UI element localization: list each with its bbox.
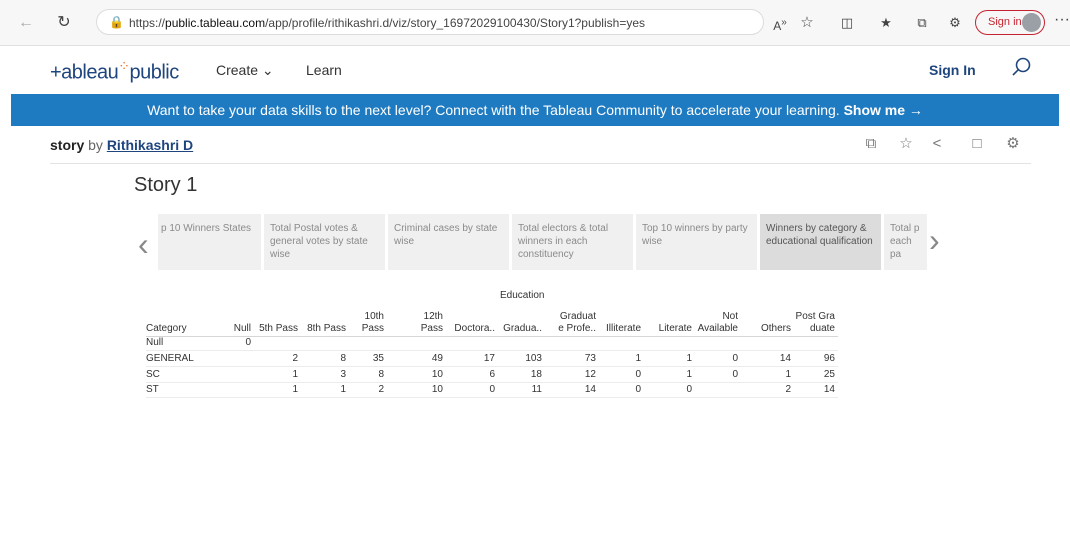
table-cell: 1 xyxy=(292,369,298,380)
table-cell: 1 xyxy=(635,353,641,364)
comment-icon[interactable]: □ xyxy=(967,134,987,154)
story-point[interactable]: Top 10 winners by party wise xyxy=(636,214,757,270)
table-cell: 14 xyxy=(779,353,791,364)
table-cell: 0 xyxy=(635,384,641,395)
row-label: ST xyxy=(146,384,159,395)
favorite-star-icon[interactable]: ☆ xyxy=(797,13,817,33)
table-cell: 35 xyxy=(372,353,384,364)
table-cell: 8 xyxy=(340,353,346,364)
column-group-header: Education xyxy=(500,290,545,301)
table-cell: 0 xyxy=(732,369,738,380)
browser-toolbar: ← ↻ 🔒 https://public.tableau.com/app/pro… xyxy=(0,0,1070,46)
story-point[interactable]: Criminal cases by state wise xyxy=(388,214,509,270)
row-label: Null xyxy=(146,337,164,348)
table-cell: 96 xyxy=(823,353,835,364)
row-label: GENERAL xyxy=(146,353,194,364)
community-banner: Want to take your data skills to the nex… xyxy=(11,94,1059,126)
table-cell: 6 xyxy=(489,369,495,380)
row-divider xyxy=(146,366,838,367)
collections-icon[interactable]: ⧉ xyxy=(912,13,932,33)
browser-signin-button[interactable]: Sign in xyxy=(975,10,1045,35)
viz-title: story by Rithikashri D xyxy=(50,137,194,153)
learn-link[interactable]: Learn xyxy=(306,62,342,78)
read-aloud-icon[interactable]: A» xyxy=(770,13,790,36)
story-navigator: p 10 Winners States Total Postal votes &… xyxy=(158,214,927,270)
table-cell: 73 xyxy=(584,353,596,364)
table-cell: 2 xyxy=(292,353,298,364)
table-cell: 0 xyxy=(686,384,692,395)
create-menu[interactable]: Create ⌄ xyxy=(216,62,274,79)
back-icon[interactable]: ← xyxy=(16,13,36,33)
copy-icon[interactable]: ⧉ xyxy=(861,134,881,154)
story-point[interactable]: p 10 Winners States xyxy=(158,214,261,270)
story-title: Story 1 xyxy=(134,174,198,196)
extensions-icon[interactable]: ⚙ xyxy=(945,13,965,33)
lock-icon: 🔒 xyxy=(109,15,124,29)
badge-icon[interactable]: ⚙ xyxy=(1003,134,1023,154)
table-cell: 0 xyxy=(732,353,738,364)
signin-link[interactable]: Sign In xyxy=(929,62,976,78)
more-icon[interactable]: ··· xyxy=(1054,11,1070,29)
show-me-link[interactable]: Show me → xyxy=(844,102,923,118)
tableau-public-logo[interactable]: +ableau⁘public xyxy=(50,58,179,85)
table-cell: 10 xyxy=(431,384,443,395)
story-point[interactable]: Total p each pa xyxy=(884,214,927,270)
story-point-active[interactable]: Winners by category & educational qualif… xyxy=(760,214,881,270)
table-cell: 25 xyxy=(823,369,835,380)
row-divider xyxy=(146,350,838,351)
column-header: 12th xyxy=(423,311,443,322)
table-cell: 11 xyxy=(531,384,542,395)
next-story-point-icon[interactable]: › xyxy=(929,222,940,259)
table-cell: 49 xyxy=(431,353,443,364)
table-cell: 1 xyxy=(686,369,692,380)
table-cell: 12 xyxy=(584,369,596,380)
previous-story-point-icon[interactable]: ‹ xyxy=(138,226,149,263)
row-divider xyxy=(146,382,838,383)
story-point[interactable]: Total Postal votes & general votes by st… xyxy=(264,214,385,270)
url-text[interactable]: https://public.tableau.com/app/profile/r… xyxy=(129,16,645,30)
search-icon[interactable] xyxy=(1010,56,1032,78)
table-cell: 18 xyxy=(530,369,542,380)
table-cell: 14 xyxy=(584,384,596,395)
story-point[interactable]: Total electors & total winners in each c… xyxy=(512,214,633,270)
table-cell: 17 xyxy=(483,353,495,364)
row-label: SC xyxy=(146,369,160,380)
table-cell: 103 xyxy=(525,353,542,364)
viz-title-bar: story by Rithikashri D ⧉ ☆ < □ ⚙ xyxy=(50,134,1031,164)
row-divider xyxy=(146,397,838,398)
split-screen-icon[interactable]: ◫ xyxy=(837,13,857,33)
table-cell: 1 xyxy=(785,369,791,380)
table-cell: 2 xyxy=(785,384,791,395)
table-cell: 14 xyxy=(823,384,835,395)
favorites-list-icon[interactable]: ★ xyxy=(876,13,896,33)
table-cell: 3 xyxy=(340,369,346,380)
favorite-icon[interactable]: ☆ xyxy=(896,134,916,154)
table-cell: 2 xyxy=(378,384,384,395)
refresh-icon[interactable]: ↻ xyxy=(54,13,74,33)
address-bar[interactable]: 🔒 https://public.tableau.com/app/profile… xyxy=(96,9,764,35)
table-cell: 0 xyxy=(245,337,251,348)
avatar-icon xyxy=(1022,13,1041,32)
table-cell: 8 xyxy=(378,369,384,380)
column-header: Post Gra xyxy=(795,311,835,322)
table-cell: 1 xyxy=(686,353,692,364)
column-header: Graduat xyxy=(559,311,596,322)
banner-text: Want to take your data skills to the nex… xyxy=(147,102,840,118)
table-cell: 0 xyxy=(489,384,495,395)
author-link[interactable]: Rithikashri D xyxy=(107,137,193,153)
column-header: duate xyxy=(809,323,835,334)
column-header: Not xyxy=(722,311,738,322)
table-cell: 1 xyxy=(292,384,298,395)
table-cell: 10 xyxy=(431,369,443,380)
share-icon[interactable]: < xyxy=(927,134,947,154)
table-cell: 0 xyxy=(635,369,641,380)
table-cell: 1 xyxy=(340,384,346,395)
site-header: +ableau⁘public Create ⌄ Learn Sign In xyxy=(0,46,1070,94)
logo-sparkle-icon: ⁘ xyxy=(118,58,130,74)
